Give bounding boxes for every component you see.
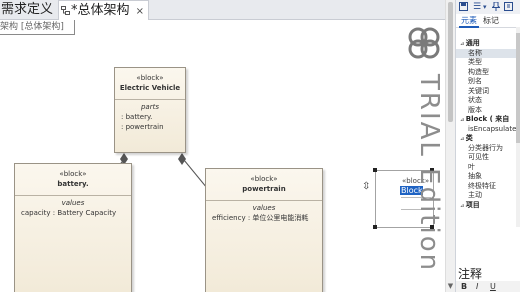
notes-title: 注释 bbox=[458, 267, 483, 281]
property-section[interactable]: ⊿ 项目 bbox=[456, 201, 516, 211]
property-row[interactable]: 别名 bbox=[456, 77, 516, 87]
diagram-icon bbox=[61, 6, 70, 15]
property-row[interactable]: 可见性 bbox=[456, 153, 516, 163]
tab-elements[interactable]: 元素 bbox=[459, 15, 479, 28]
property-label: 关键词 bbox=[468, 86, 489, 95]
compartment-title: values bbox=[252, 204, 276, 212]
property-label: 抽象 bbox=[468, 172, 482, 180]
trial-watermark: TRIAL Edition bbox=[405, 26, 445, 272]
property-label: 项目 bbox=[465, 200, 480, 209]
pin-icon[interactable] bbox=[491, 1, 501, 14]
block-battery[interactable]: «block» battery. values capacity : Batte… bbox=[14, 163, 132, 292]
document-tab-bar: 需求定义 × *总体架构 × bbox=[0, 0, 447, 20]
resize-handle[interactable] bbox=[373, 168, 377, 172]
property-label: 类型 bbox=[468, 58, 482, 66]
property-row[interactable]: 终极特征 bbox=[456, 182, 516, 192]
property-row[interactable]: 关键词 bbox=[456, 87, 516, 97]
scroll-down-icon[interactable]: ▼ bbox=[446, 282, 455, 290]
property-label: 主动 bbox=[468, 191, 482, 199]
part-property: : battery. bbox=[121, 113, 153, 121]
composition-diamond-icon bbox=[178, 153, 186, 165]
compartment-title: values bbox=[61, 199, 85, 207]
property-row[interactable]: 状态 bbox=[456, 96, 516, 106]
tab-overall-architecture[interactable]: *总体架构 × bbox=[58, 0, 150, 20]
property-label: 名称 bbox=[468, 48, 482, 57]
property-label: 构造型 bbox=[468, 67, 489, 76]
tab-label: *总体架构 bbox=[71, 3, 130, 18]
resize-handle[interactable] bbox=[373, 225, 377, 229]
value-property: capacity : Battery Capacity bbox=[21, 209, 117, 217]
block-stereotype: «block» bbox=[136, 74, 164, 82]
block-name: powertrain bbox=[242, 185, 286, 193]
block-powertrain[interactable]: «block» powertrain values efficiency : 单… bbox=[205, 168, 323, 292]
property-row[interactable]: 叶 bbox=[456, 163, 516, 173]
property-row[interactable]: 构造型 bbox=[456, 68, 516, 78]
property-label: 版本 bbox=[468, 105, 482, 114]
property-section[interactable]: ⊿ 通用 bbox=[456, 39, 516, 49]
block-electric-vehicle[interactable]: «block» Electric Vehicle parts : battery… bbox=[114, 67, 186, 153]
property-row[interactable]: 分类器行为 bbox=[456, 144, 516, 154]
property-label: 类 bbox=[465, 134, 473, 142]
help-icon[interactable] bbox=[504, 2, 513, 14]
italic-button[interactable]: I bbox=[476, 282, 478, 291]
property-row[interactable]: isEncapsulated bbox=[456, 125, 516, 135]
property-label: Block ( 来自 bbox=[465, 115, 510, 123]
notes-toolbar: B I U bbox=[456, 281, 520, 292]
property-label: 叶 bbox=[468, 162, 475, 171]
tab-label: 需求定义 bbox=[1, 2, 54, 17]
tab-tags[interactable]: 标记 bbox=[481, 15, 501, 26]
save-icon[interactable] bbox=[459, 2, 468, 14]
block-name: Electric Vehicle bbox=[119, 84, 181, 92]
value-property: efficiency : 单位公里电能消耗 bbox=[212, 214, 309, 222]
property-label: isEncapsulated bbox=[468, 124, 516, 133]
property-row[interactable]: 类型 bbox=[456, 58, 516, 68]
property-section[interactable]: ⊿ Block ( 来自 bbox=[456, 115, 516, 125]
properties-toolbar: ☰ ▾ bbox=[456, 0, 520, 14]
property-list: ⊿ 通用 名称 类型 构造型 别名 关键词 状态 版本 ⊿ Block ( 来自 isEncaps… bbox=[456, 39, 516, 210]
property-row[interactable]: 抽象 bbox=[456, 172, 516, 182]
property-label: 可见性 bbox=[468, 153, 489, 161]
properties-panel: ☰ ▾ 元素 标记 ⊿ 通用 名称 类型 构造型 别名 关键词 状态 版本 ⊿ Block ( … bbox=[455, 0, 520, 292]
part-property: : powertrain bbox=[121, 123, 164, 131]
scrollbar-thumb[interactable] bbox=[516, 33, 520, 143]
property-label: 状态 bbox=[468, 96, 482, 104]
move-cursor-icon[interactable]: ⇳ bbox=[362, 181, 370, 192]
menu-icon[interactable]: ☰ bbox=[473, 2, 481, 12]
property-label: 通用 bbox=[465, 39, 480, 47]
logo-icon bbox=[408, 27, 440, 59]
bold-button[interactable]: B bbox=[461, 282, 467, 291]
compartment-title: parts bbox=[140, 103, 159, 111]
watermark-text: TRIAL Edition bbox=[414, 74, 444, 273]
underline-button[interactable]: U bbox=[490, 282, 496, 291]
property-section[interactable]: ⊿ 类 bbox=[456, 134, 516, 144]
scrollbar-thumb[interactable] bbox=[448, 2, 453, 122]
properties-scrollbar[interactable] bbox=[516, 27, 520, 227]
block-name: battery. bbox=[57, 180, 89, 188]
chevron-down-icon[interactable]: ▾ bbox=[483, 3, 487, 11]
properties-tabs: 元素 标记 bbox=[456, 14, 520, 28]
property-label: 终极特征 bbox=[468, 181, 496, 190]
property-row[interactable]: 主动 bbox=[456, 191, 516, 201]
block-stereotype: «block» bbox=[59, 170, 87, 178]
property-row[interactable]: 版本 bbox=[456, 106, 516, 116]
property-label: 别名 bbox=[468, 77, 482, 85]
diagram-canvas[interactable]: 架构 [总体架构] «block» Electric Vehicle parts… bbox=[0, 20, 445, 292]
property-row[interactable]: 名称 bbox=[456, 48, 516, 58]
composition-link-powertrain bbox=[183, 159, 208, 189]
block-stereotype: «block» bbox=[250, 175, 278, 183]
close-icon[interactable]: × bbox=[136, 6, 144, 17]
property-label: 分类器行为 bbox=[468, 143, 503, 152]
canvas-vertical-scrollbar[interactable]: ▼ bbox=[445, 0, 455, 292]
